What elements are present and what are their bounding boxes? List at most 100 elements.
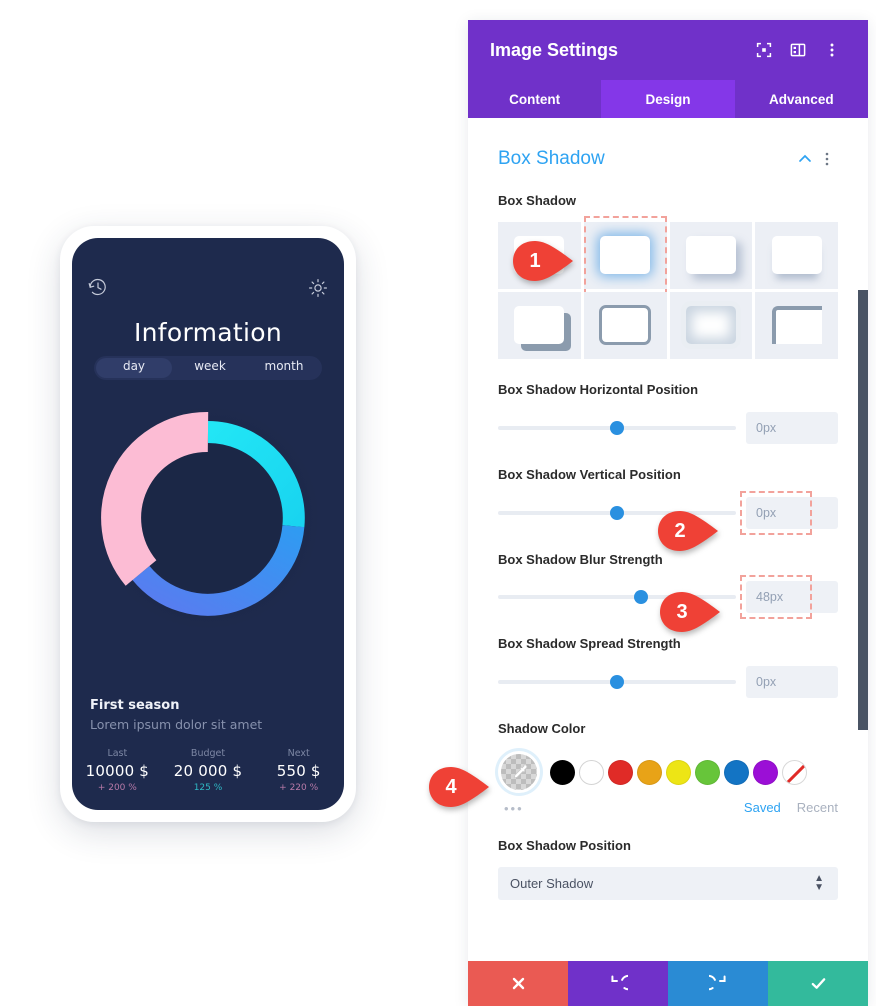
stat-delta: + 200 % — [97, 783, 137, 793]
stat-label: Next — [287, 748, 310, 759]
field-label: Box Shadow Vertical Position — [498, 466, 681, 482]
horizontal-position-slider[interactable] — [498, 420, 736, 436]
slider-knob[interactable] — [610, 505, 624, 520]
stat-next: Next 550 $ + 220 % — [253, 748, 344, 793]
more-vertical-icon[interactable] — [818, 36, 846, 64]
preset-bottom-soft[interactable] — [755, 221, 838, 289]
stat-value: 10000 $ — [85, 762, 150, 780]
field-horizontal-position: Box Shadow Horizontal Position 0px — [468, 381, 868, 444]
preset-swatch — [771, 306, 822, 345]
swatch-red[interactable] — [608, 759, 633, 785]
swatch-orange[interactable] — [637, 759, 662, 785]
horizontal-position-input[interactable]: 0px — [746, 411, 838, 444]
marker-number: 3 — [676, 600, 688, 623]
callout-marker-2: 2 — [657, 510, 719, 552]
stat-label: Last — [107, 748, 128, 759]
tab-design[interactable]: Design — [601, 80, 735, 118]
preset-hard-offset[interactable] — [498, 291, 581, 359]
color-swatch-row — [498, 751, 838, 794]
preset-swatch — [685, 306, 736, 345]
section-title: Box Shadow — [498, 148, 605, 169]
preset-swatch — [600, 236, 651, 275]
field-label: Box Shadow Position — [498, 838, 631, 854]
preset-swatch — [685, 236, 736, 275]
field-spread-strength: Box Shadow Spread Strength 0px — [468, 635, 868, 699]
blur-strength-input[interactable]: 48px — [740, 575, 838, 620]
cancel-button[interactable] — [468, 961, 568, 1006]
slider-knob[interactable] — [633, 590, 648, 605]
saved-colors-link[interactable]: Saved — [744, 800, 781, 815]
phone-mockup: Information day week month First season … — [60, 226, 356, 822]
spread-strength-input[interactable]: 0px — [746, 666, 838, 699]
focus-icon[interactable] — [750, 36, 778, 64]
eyedropper-icon[interactable] — [498, 751, 540, 794]
stat-delta: + 220 % — [279, 783, 319, 793]
undo-button[interactable] — [568, 961, 668, 1006]
tab-advanced[interactable]: Advanced — [735, 80, 868, 118]
preset-inner-glow[interactable] — [669, 291, 753, 359]
segment-month[interactable]: month — [246, 359, 322, 373]
callout-marker-1: 1 — [512, 240, 574, 282]
spread-strength-slider[interactable] — [498, 674, 736, 690]
field-label: Shadow Color — [498, 721, 586, 737]
field-label: Box Shadow Horizontal Position — [498, 381, 699, 397]
swatch-blue[interactable] — [724, 759, 749, 785]
slider-knob[interactable] — [610, 420, 624, 435]
preset-swatch — [514, 306, 565, 345]
gear-icon[interactable] — [306, 276, 330, 300]
swatch-transparent[interactable] — [782, 759, 807, 785]
stat-delta: 125 % — [193, 783, 223, 793]
swatch-black[interactable] — [550, 759, 575, 785]
callout-marker-3: 3 — [659, 591, 721, 633]
preset-outline[interactable] — [583, 291, 667, 359]
page-title: Image Settings — [490, 39, 619, 60]
field-box-shadow-position: Box Shadow Position Outer Shadow ▲ ▼ — [468, 837, 868, 900]
preset-swatch — [771, 236, 822, 275]
history-icon[interactable] — [86, 276, 110, 300]
slider-knob[interactable] — [610, 675, 624, 690]
phone-screen: Information day week month First season … — [72, 238, 344, 810]
marker-number: 2 — [674, 519, 686, 542]
chevron-up-icon[interactable] — [794, 148, 816, 170]
layout-icon[interactable] — [784, 36, 812, 64]
segment-week[interactable]: week — [172, 359, 248, 373]
swatch-green[interactable] — [695, 759, 720, 785]
swatch-purple[interactable] — [753, 759, 778, 785]
segment-day[interactable]: day — [96, 359, 172, 373]
swatch-yellow[interactable] — [666, 759, 691, 785]
stat-value: 550 $ — [276, 762, 321, 780]
stat-last: Last 10000 $ + 200 % — [72, 748, 163, 793]
phone-stats: Last 10000 $ + 200 % Budget 20 000 $ 125… — [72, 748, 344, 793]
preset-glow[interactable] — [583, 215, 667, 295]
redo-button[interactable] — [668, 961, 768, 1006]
field-shadow-color: Shadow Color ••• Saved Recent — [468, 720, 868, 816]
input-value: 48px — [756, 590, 784, 605]
stat-label: Budget — [190, 748, 226, 759]
phone-segmented-control[interactable]: day week month — [94, 356, 322, 380]
footer-title: First season — [90, 698, 180, 713]
select-value: Outer Shadow — [510, 875, 594, 891]
phone-topbar — [72, 276, 344, 304]
callout-marker-4: 4 — [428, 766, 490, 808]
marker-number: 4 — [445, 775, 457, 798]
panel-tabs: Content Design Advanced — [468, 80, 868, 118]
stat-budget: Budget 20 000 $ 125 % — [163, 748, 254, 793]
more-vertical-icon[interactable] — [816, 148, 838, 170]
preset-corner[interactable] — [755, 291, 838, 359]
input-value: 0px — [756, 505, 777, 520]
marker-number: 1 — [529, 249, 541, 272]
box-shadow-position-select[interactable]: Outer Shadow ▲ ▼ — [498, 866, 838, 900]
recent-colors-link[interactable]: Recent — [797, 800, 838, 815]
preset-swatch — [599, 305, 652, 346]
panel-scrollbar[interactable] — [858, 290, 868, 730]
preset-offset-soft[interactable] — [669, 221, 753, 289]
stat-value: 20 000 $ — [173, 762, 243, 780]
color-tabs: Saved Recent — [498, 800, 838, 815]
tab-content[interactable]: Content — [468, 80, 601, 118]
save-button[interactable] — [768, 961, 868, 1006]
field-label: Box Shadow — [498, 193, 577, 208]
swatch-white[interactable] — [579, 759, 604, 785]
chevron-updown-icon: ▲ ▼ — [814, 872, 824, 893]
field-label: Box Shadow Spread Strength — [498, 636, 681, 652]
vertical-position-input[interactable]: 0px — [740, 490, 838, 535]
